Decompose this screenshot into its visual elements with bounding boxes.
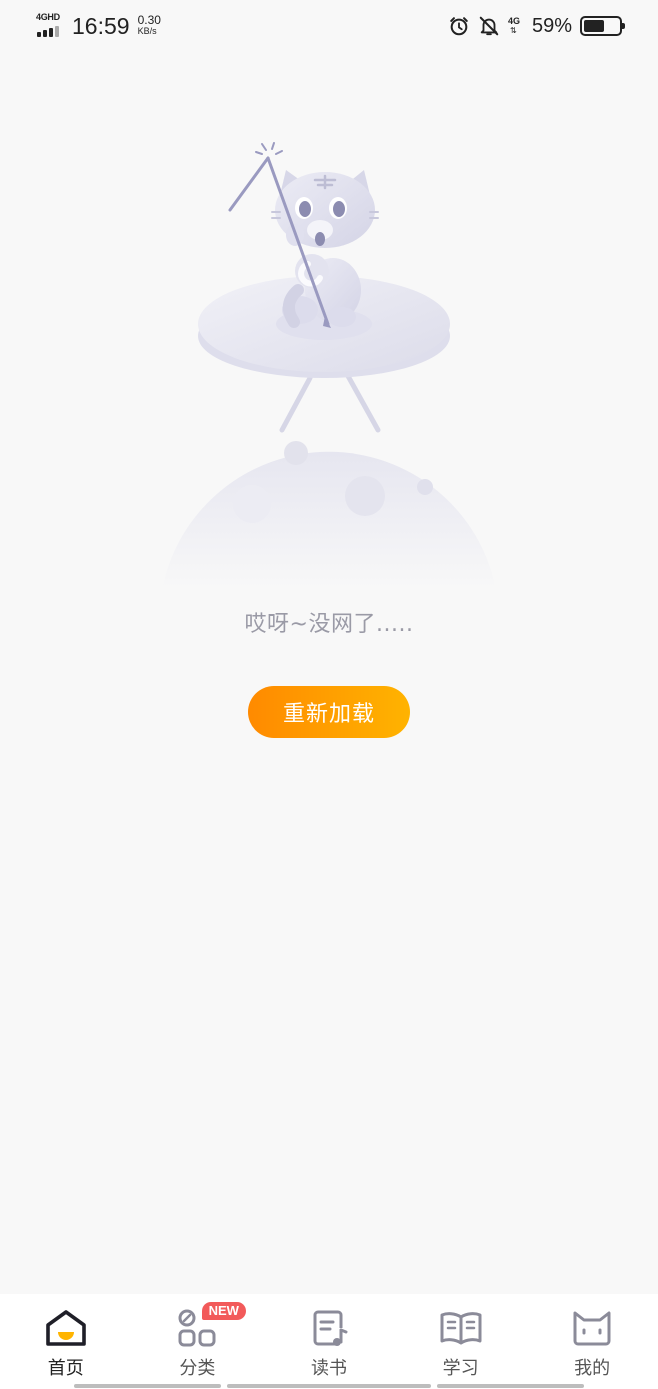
no-network-illustration (162, 142, 496, 590)
status-bar: 4GHD 16:59 0.30 KB/s 4G ⇅ 59% (0, 0, 658, 52)
battery-icon (580, 16, 625, 36)
no-network-message: 哎呀~没网了..... (244, 612, 414, 637)
network-type-label: 4GHD (36, 12, 60, 22)
nav-item-reading[interactable]: 读书 (263, 1294, 395, 1389)
network-speed-unit: KB/s (137, 26, 157, 36)
nav-item-home[interactable]: 首页 (0, 1294, 132, 1389)
status-bar-left: 4GHD 16:59 0.30 KB/s (36, 10, 161, 42)
battery-fill (584, 20, 604, 32)
status-time: 16:59 (72, 12, 130, 39)
nav-item-category[interactable]: NEW 分类 (132, 1294, 264, 1389)
nav-label-study: 学习 (442, 1358, 479, 1379)
reload-button[interactable]: 重新加载 (248, 686, 410, 738)
nav-label-reading: 读书 (310, 1358, 347, 1379)
gesture-bar (74, 1384, 585, 1388)
alarm-clock-icon (450, 17, 468, 36)
nav-label-profile: 我的 (574, 1358, 611, 1379)
nav-item-study[interactable]: 学习 (395, 1294, 527, 1389)
open-book-icon (440, 1312, 482, 1345)
status-bar-right: 4G ⇅ 59% (448, 10, 625, 42)
battery-percent: 59% (531, 14, 572, 37)
new-badge: NEW (201, 1302, 246, 1320)
nav-label-category: 分类 (179, 1358, 216, 1379)
book-audio-icon (313, 1310, 348, 1346)
bottom-nav: 首页 NEW 分类 读书 学习 我的 (0, 1294, 658, 1389)
bell-muted-icon (479, 16, 499, 36)
nav-item-profile[interactable]: 我的 (526, 1294, 658, 1389)
home-icon (45, 1310, 86, 1346)
network-speed-value: 0.30 (137, 13, 161, 27)
nav-label-home: 首页 (47, 1358, 84, 1379)
mobile-data-icon: 4G ⇅ (507, 16, 520, 35)
network-type-2-label: 4G (507, 16, 520, 26)
cat-face-icon (573, 1311, 611, 1346)
signal-icon: 4GHD (36, 12, 66, 40)
network-speed: 0.30 KB/s (137, 13, 161, 37)
